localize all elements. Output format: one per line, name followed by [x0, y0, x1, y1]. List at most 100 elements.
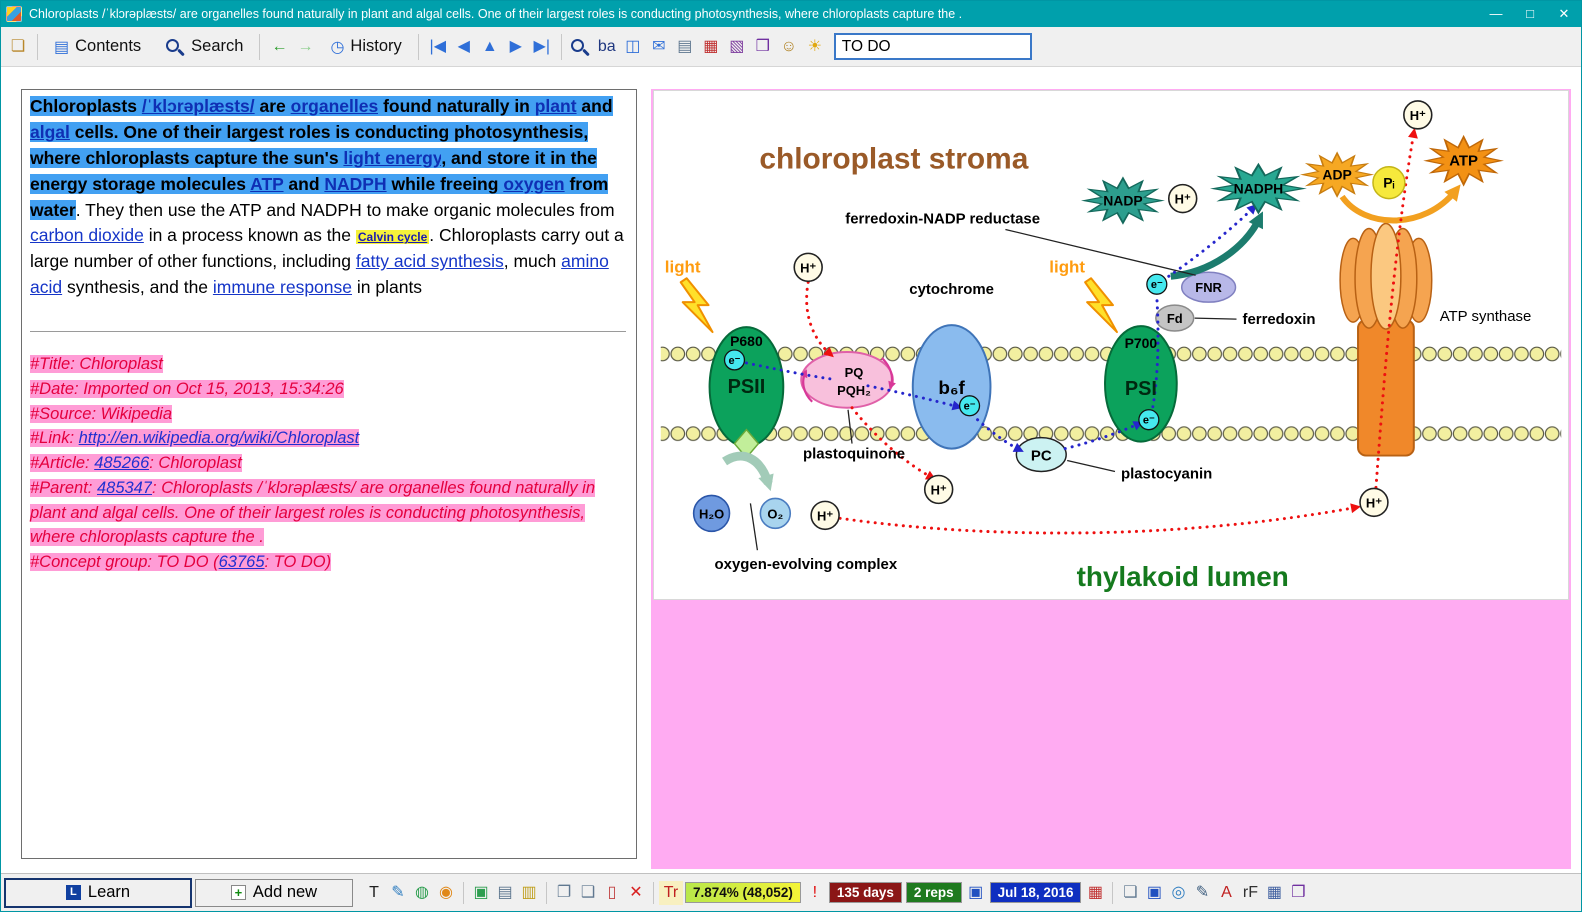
article-paragraph: Chloroplasts /ˈklɔrəplæsts/ are organell… [30, 94, 626, 301]
reference-icon[interactable]: ❒ [750, 35, 776, 59]
layout-icon[interactable]: ▦ [1262, 881, 1286, 905]
inline-link[interactable]: 485266 [94, 454, 149, 472]
progress-badge[interactable]: 7.874% (48,052) [685, 882, 801, 903]
search-button[interactable]: Search [153, 31, 253, 63]
formula-icon[interactable]: rF [1238, 881, 1262, 905]
separator [37, 34, 38, 60]
inline-link[interactable]: 485347 [97, 479, 152, 497]
add-new-button[interactable]: + Add new [195, 879, 353, 907]
nav-first-icon[interactable]: |◀ [425, 35, 451, 59]
duplicate-icon[interactable]: ❑ [576, 881, 600, 905]
cytochrome-label: cytochrome [909, 281, 994, 298]
separator [259, 34, 260, 60]
article-component[interactable]: Chloroplasts /ˈklɔrəplæsts/ are organell… [21, 89, 637, 859]
mail-icon[interactable]: ✉ [646, 35, 672, 59]
inline-link[interactable]: fatty acid synthesis [356, 251, 504, 271]
contents-button[interactable]: ▤ Contents [44, 32, 151, 62]
inline-link[interactable]: carbon dioxide [30, 225, 144, 245]
plan-icon[interactable]: ▦ [698, 35, 724, 59]
plastocyanin-label: plastocyanin [1121, 465, 1212, 482]
user-icon[interactable]: ☺ [776, 35, 802, 59]
minimize-button[interactable]: — [1479, 1, 1513, 27]
text-segment: , much [504, 251, 561, 271]
atp-label: ATP [1449, 153, 1478, 170]
contents-label: Contents [75, 37, 141, 56]
learn-button[interactable]: L Learn [4, 878, 192, 908]
inline-link[interactable]: light energy [343, 148, 441, 168]
reading-list-icon[interactable]: ◉ [434, 881, 458, 905]
nav-up-icon[interactable]: ▲ [477, 35, 503, 59]
retention-icon[interactable]: Tr [659, 881, 683, 905]
status-items: T✎◍◉▣▤▥❐❑▯✕Tr7.874% (48,052)!135 days2 r… [362, 881, 1310, 905]
search-text-icon[interactable] [568, 36, 594, 58]
search-label: Search [191, 37, 243, 56]
inline-link[interactable]: NADPH [324, 174, 386, 194]
learn-icon: L [66, 885, 81, 900]
nadp-label: NADP [1103, 193, 1143, 209]
inline-link[interactable]: /ˈklɔrəplæsts/ [142, 96, 255, 116]
edit-page-icon[interactable]: ✎ [1190, 881, 1214, 905]
inline-link[interactable]: http://en.wikipedia.org/wiki/Chloroplast [79, 429, 360, 447]
history-button[interactable]: ◷ History [320, 32, 411, 62]
read-point-icon[interactable]: ◫ [620, 35, 646, 59]
nav-prev-icon[interactable]: ◀ [451, 35, 477, 59]
fnr-reductase-label: ferredoxin-NADP reductase [845, 210, 1040, 227]
open-file-icon[interactable]: ❏ [5, 35, 31, 59]
plastoquinone-label: plastoquinone [803, 446, 905, 463]
psi-label: PSI [1125, 378, 1157, 400]
inline-link[interactable]: immune response [213, 277, 352, 297]
nav-next-icon[interactable]: ▶ [503, 35, 529, 59]
text-segment: #Link: [30, 429, 79, 447]
window-title: Chloroplasts /ˈklɔrəplæsts/ are organell… [29, 7, 1479, 21]
tasklist-icon[interactable]: ▧ [724, 35, 750, 59]
internet-icon[interactable]: ◍ [410, 881, 434, 905]
inline-link[interactable]: algal [30, 122, 70, 142]
app-icon[interactable] [6, 6, 22, 22]
text-segment: and [577, 96, 613, 116]
text-segment: synthesis, and the [62, 277, 213, 297]
monitor-icon[interactable]: ▣ [964, 881, 988, 905]
reps-badge[interactable]: 2 reps [906, 882, 962, 903]
inline-link[interactable]: organelles [291, 96, 379, 116]
pq-label: PQ [845, 365, 864, 380]
interval-badge[interactable]: 135 days [829, 882, 902, 903]
b6f-label: b₆f [938, 378, 965, 399]
contents-window-icon[interactable]: ▣ [1142, 881, 1166, 905]
text-segment: #Concept group: TO DO ( [30, 553, 219, 571]
font-icon[interactable]: A [1214, 881, 1238, 905]
tips-icon[interactable]: ☀ [802, 35, 828, 59]
close-button[interactable]: ✕ [1547, 1, 1581, 27]
copy-icon[interactable]: ❐ [552, 881, 576, 905]
maximize-button[interactable]: □ [1513, 1, 1547, 27]
photosynthesis-diagram[interactable]: chloroplast stroma thylakoid lumen ferre… [653, 90, 1569, 600]
alert-icon[interactable]: ! [803, 881, 827, 905]
inline-link[interactable]: ATP [250, 174, 283, 194]
calendar-icon[interactable]: ▦ [1083, 881, 1107, 905]
concept-group-input[interactable] [834, 33, 1032, 60]
print-icon[interactable]: ▤ [672, 35, 698, 59]
meta-link-line: #Link: http://en.wikipedia.org/wiki/Chlo… [30, 426, 626, 451]
inline-link[interactable]: Calvin cycle [356, 230, 429, 244]
forward-icon[interactable]: → [292, 35, 318, 59]
text-operations-icon[interactable]: T [362, 881, 386, 905]
inline-link[interactable]: plant [535, 96, 577, 116]
delete-element-icon[interactable]: ✕ [624, 881, 648, 905]
commentary-icon[interactable]: ✎ [386, 881, 410, 905]
paste-icon[interactable]: ▣ [469, 881, 493, 905]
phonetic-icon[interactable]: ba [594, 35, 620, 59]
text-segment: are [255, 96, 291, 116]
meta-concept-line: #Concept group: TO DO (63765: TO DO) [30, 550, 626, 575]
highlight-icon[interactable]: ▥ [517, 881, 541, 905]
help-icon[interactable]: ❒ [1286, 881, 1310, 905]
paste-article-icon[interactable]: ▤ [493, 881, 517, 905]
clear-icon[interactable]: ▯ [600, 881, 624, 905]
back-forward-cluster: ←→ [266, 35, 318, 59]
inline-link[interactable]: oxygen [503, 174, 564, 194]
nav-last-icon[interactable]: ▶| [529, 35, 555, 59]
element-window-icon[interactable]: ❏ [1118, 881, 1142, 905]
back-icon[interactable]: ← [266, 35, 292, 59]
browser-window-icon[interactable]: ◎ [1166, 881, 1190, 905]
date-badge[interactable]: Jul 18, 2016 [990, 882, 1082, 903]
inline-link[interactable]: 63765 [219, 553, 265, 571]
atp-synthase-shape [1340, 223, 1432, 455]
